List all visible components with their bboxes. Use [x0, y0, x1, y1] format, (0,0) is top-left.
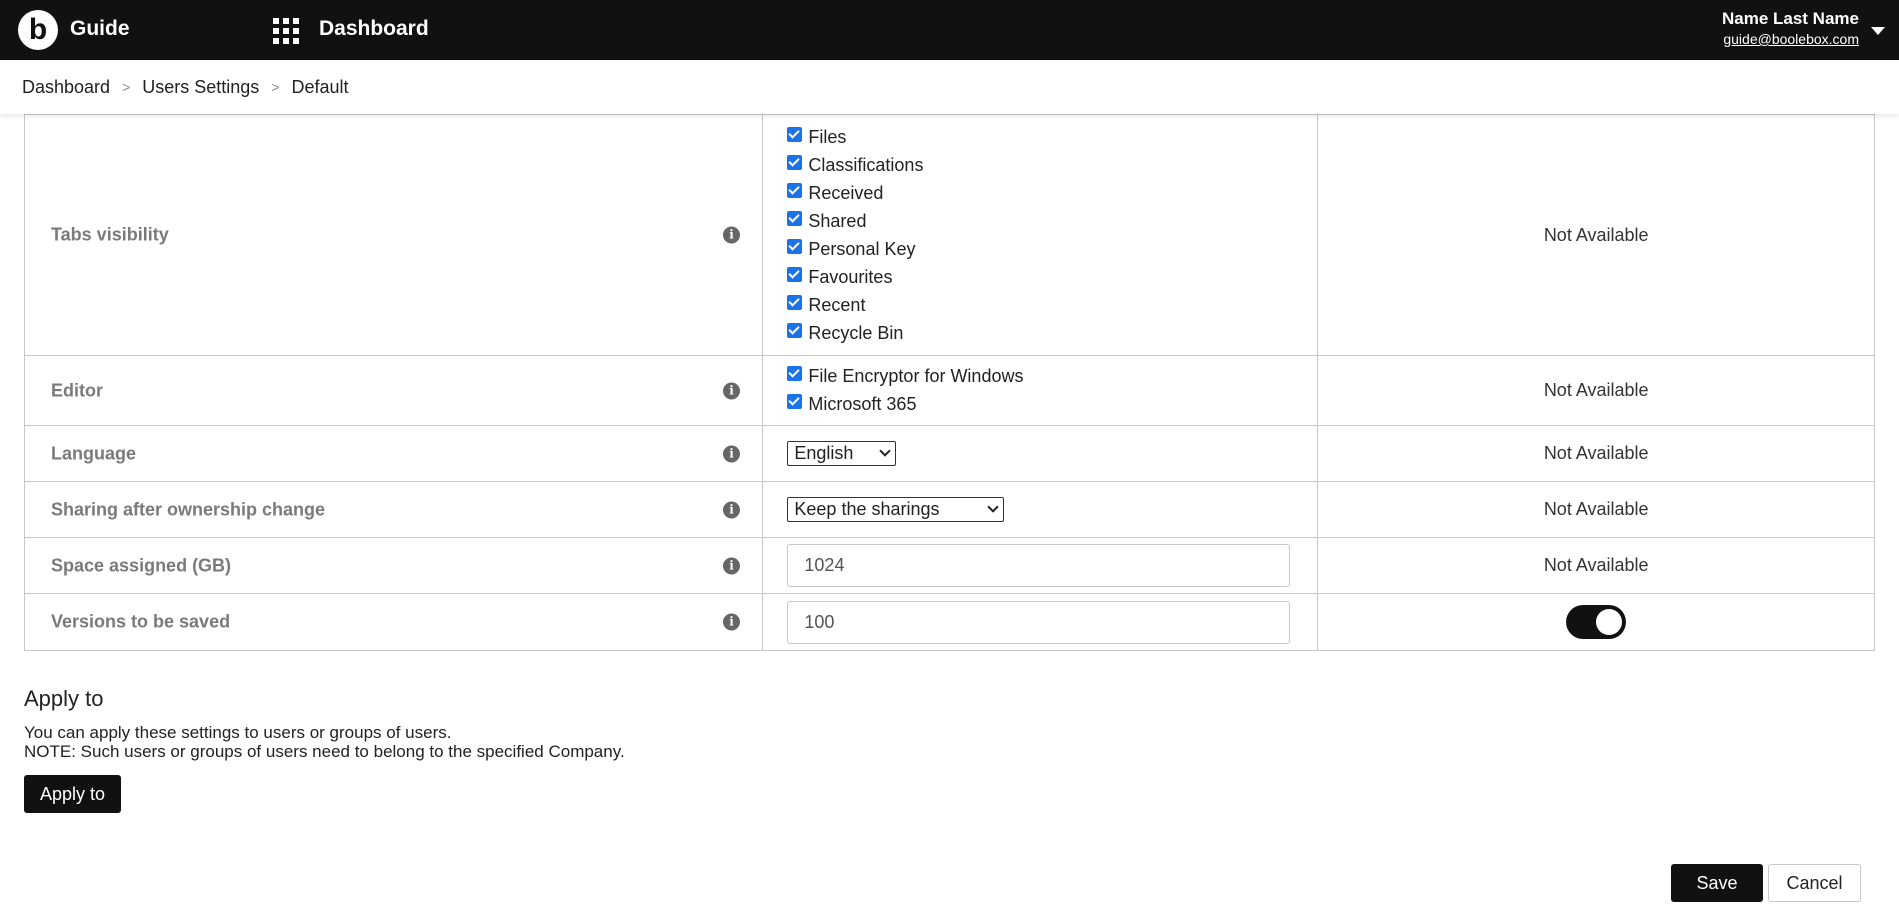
- checkbox-microsoft-365[interactable]: Microsoft 365: [787, 391, 1317, 419]
- checkbox-checked-icon[interactable]: [787, 394, 803, 409]
- caret-down-icon[interactable]: [1871, 27, 1885, 35]
- user-name[interactable]: Name Last Name: [1722, 9, 1859, 29]
- info-icon[interactable]: i: [723, 226, 740, 244]
- info-icon[interactable]: i: [723, 445, 740, 462]
- availability-status: Not Available: [1317, 355, 1875, 426]
- cancel-button[interactable]: Cancel: [1768, 864, 1861, 902]
- checkbox-checked-icon[interactable]: [787, 266, 803, 282]
- apply-section-title: Apply to: [24, 686, 104, 711]
- availability-status: Not Available: [1317, 481, 1875, 538]
- language-select[interactable]: English: [787, 441, 897, 466]
- setting-label: Language: [51, 443, 137, 463]
- checkbox-checked-icon[interactable]: [787, 210, 803, 226]
- setting-row-tabs-visibility: Tabs visibility i Files Classifications …: [23, 114, 1875, 356]
- checkbox-recent[interactable]: Recent: [787, 291, 1317, 319]
- breadcrumb: Dashboard > Users Settings > Default: [0, 60, 1899, 114]
- logo-icon[interactable]: b: [18, 10, 58, 50]
- setting-label: Sharing after ownership change: [51, 499, 326, 519]
- select-chevron-icon: [879, 445, 892, 457]
- breadcrumb-users-settings[interactable]: Users Settings: [142, 77, 259, 98]
- versions-input[interactable]: 100: [787, 600, 1291, 644]
- availability-status: Not Available: [1317, 425, 1875, 482]
- save-button[interactable]: Save: [1671, 864, 1763, 902]
- space-assigned-input[interactable]: 1024: [787, 544, 1291, 587]
- checkbox-checked-icon[interactable]: [787, 294, 803, 310]
- toggle-knob: [1596, 609, 1623, 635]
- apply-to-button[interactable]: Apply to: [24, 775, 121, 813]
- setting-label: Versions to be saved: [51, 611, 231, 632]
- app-name[interactable]: Guide: [70, 17, 130, 41]
- checkbox-personal-key[interactable]: Personal Key: [787, 235, 1317, 263]
- checkbox-checked-icon[interactable]: [787, 322, 803, 338]
- checkbox-checked-icon[interactable]: [787, 126, 803, 142]
- breadcrumb-separator: >: [271, 79, 280, 95]
- checkbox-files[interactable]: Files: [787, 123, 1317, 151]
- setting-row-space: Space assigned (GB) i 1024 Not Available: [23, 537, 1875, 594]
- setting-row-versions: Versions to be saved i 100: [23, 593, 1875, 651]
- setting-row-sharing: Sharing after ownership change i Keep th…: [23, 481, 1875, 538]
- breadcrumb-separator: >: [122, 79, 131, 95]
- checkbox-recycle-bin[interactable]: Recycle Bin: [787, 319, 1317, 347]
- apps-grid-icon[interactable]: [273, 18, 299, 44]
- checkbox-classifications[interactable]: Classifications: [787, 151, 1317, 179]
- checkbox-checked-icon[interactable]: [787, 238, 803, 254]
- breadcrumb-default: Default: [291, 76, 349, 97]
- setting-label: Space assigned (GB): [51, 555, 232, 575]
- checkbox-file-encryptor[interactable]: File Encryptor for Windows: [787, 363, 1317, 391]
- top-bar: b Guide Dashboard Name Last Name guide@b…: [0, 0, 1899, 60]
- sharing-select[interactable]: Keep the sharings: [787, 497, 1005, 522]
- setting-label: Tabs visibility: [51, 224, 169, 245]
- checkbox-shared[interactable]: Shared: [787, 207, 1317, 235]
- checkbox-received[interactable]: Received: [787, 179, 1317, 207]
- availability-status: Not Available: [1317, 537, 1875, 594]
- versions-toggle[interactable]: [1566, 605, 1627, 639]
- section-title[interactable]: Dashboard: [319, 17, 429, 41]
- info-icon[interactable]: i: [723, 557, 740, 574]
- setting-row-language: Language i English Not Available: [23, 425, 1875, 482]
- checkbox-checked-icon[interactable]: [787, 154, 803, 170]
- setting-row-editor: Editor i File Encryptor for Windows Micr…: [23, 355, 1875, 426]
- info-icon[interactable]: i: [723, 613, 740, 631]
- info-icon[interactable]: i: [723, 501, 740, 518]
- checkbox-favourites[interactable]: Favourites: [787, 263, 1317, 291]
- breadcrumb-dashboard[interactable]: Dashboard: [22, 77, 110, 98]
- settings-table: Tabs visibility i Files Classifications …: [23, 114, 1875, 651]
- apply-description: You can apply these settings to users or…: [24, 723, 625, 761]
- checkbox-checked-icon[interactable]: [787, 182, 803, 198]
- availability-status: Not Available: [1317, 114, 1875, 356]
- user-email-link[interactable]: guide@boolebox.com: [1723, 31, 1859, 47]
- setting-label: Editor: [51, 380, 103, 400]
- info-icon[interactable]: i: [723, 382, 740, 399]
- select-chevron-icon: [987, 501, 1000, 513]
- checkbox-checked-icon[interactable]: [787, 366, 803, 381]
